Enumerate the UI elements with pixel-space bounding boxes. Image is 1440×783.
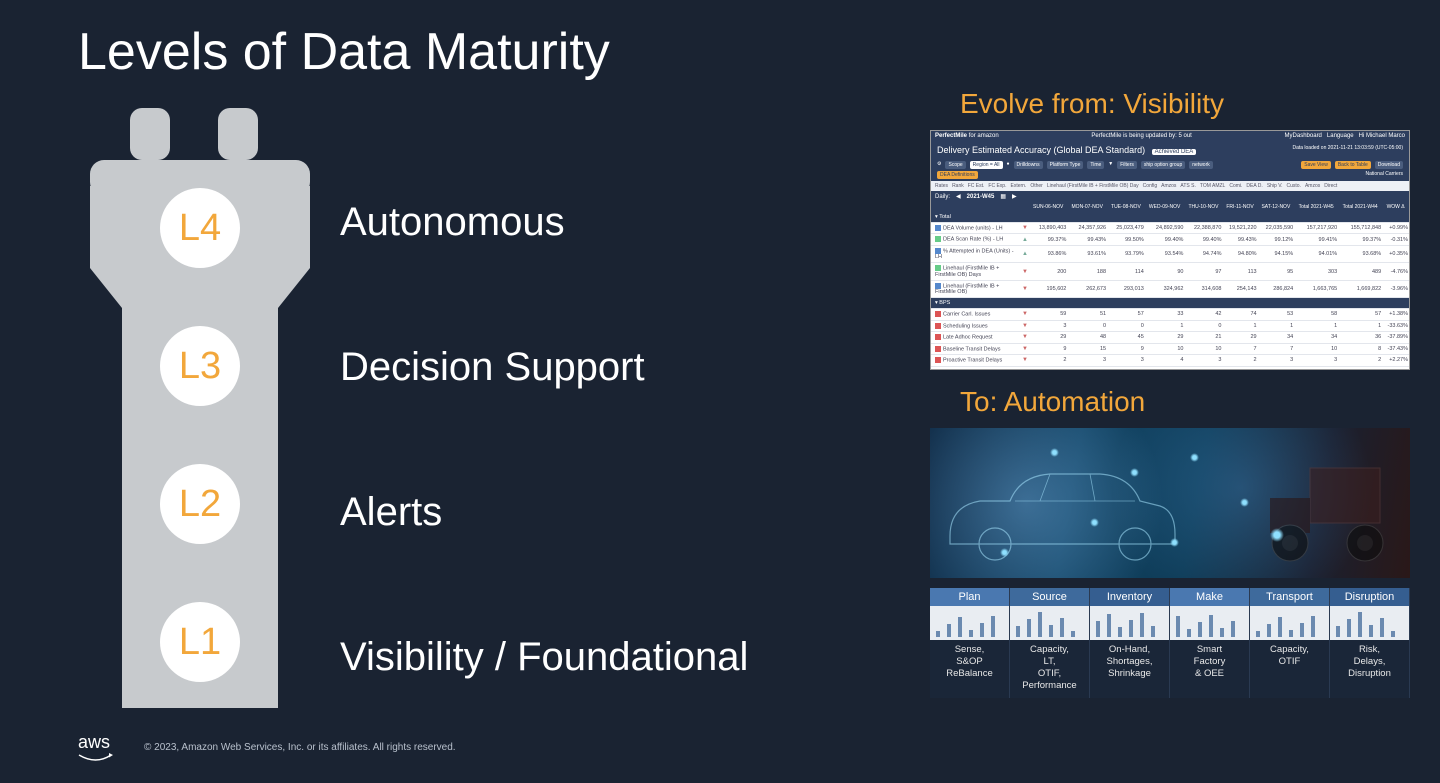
dashboard-tab: Config [1143, 183, 1157, 189]
dashboard-loaded: Data loaded on 2021-11-21 13:03:59 (UTC-… [1292, 145, 1403, 151]
visibility-dashboard-screenshot: PerfectMile for amazon PerfectMile is be… [930, 130, 1410, 370]
topbar-link: Language [1327, 133, 1354, 139]
dashboard-table: SUN-06-NOVMON-07-NOVTUE-08-NOVWED-09-NOV… [931, 202, 1409, 370]
dashboard-tab: Comi. [1229, 183, 1242, 189]
maturity-battery-graphic: L4 L3 L2 L1 [90, 108, 360, 708]
dashboard-tabs: Rates Rank FC Est.FC Exp. Extern. Other Lineh… [931, 181, 1409, 191]
persona-thumbnail [1010, 606, 1090, 640]
dashboard-topbar: PerfectMile for amazon PerfectMile is be… [931, 131, 1409, 141]
dashboard-tab: Direct [1324, 183, 1337, 189]
dashboard-tab: FC Exp. [988, 183, 1006, 189]
persona-header: Disruption [1330, 588, 1410, 606]
footer: aws © 2023, Amazon Web Services, Inc. or… [78, 732, 456, 763]
level-l1-label: Visibility / Foundational [340, 635, 748, 680]
filter-pill: Scope [945, 161, 965, 169]
filter-pill: Download [1375, 161, 1403, 169]
dashboard-tab: Rank [952, 183, 964, 189]
dashboard-tab: TOM AMZL [1200, 183, 1225, 189]
level-l4-label: Autonomous [340, 200, 748, 245]
persona-thumbnail [1170, 606, 1250, 640]
topbar-link: MyDashboard [1285, 133, 1322, 139]
right-column: Evolve from: Visibility PerfectMile for … [930, 88, 1410, 698]
copyright: © 2023, Amazon Web Services, Inc. or its… [144, 742, 456, 753]
persona-label: Capacity,LT,OTIF,Performance [1010, 640, 1090, 698]
national-label: National Carriers [1365, 171, 1403, 179]
filter-pill: Time [1087, 161, 1104, 169]
persona-thumbnail [1090, 606, 1170, 640]
aws-logo: aws [78, 732, 114, 763]
filter-pill: ship option group [1141, 161, 1185, 169]
page-title: Levels of Data Maturity [78, 22, 610, 82]
level-l3-label: Decision Support [340, 345, 748, 390]
dashboard-note: PerfectMile is being updated by: 5 out [1091, 133, 1191, 139]
filter-pill: Filters [1117, 161, 1137, 169]
network-nodes [930, 428, 1410, 578]
level-l4-code: L4 [179, 207, 221, 249]
level-l2-label: Alerts [340, 490, 748, 535]
slide: Levels of Data Maturity L4 L3 L2 L1 [0, 0, 1440, 783]
persona-thumbnail [1330, 606, 1410, 640]
dashboard-tab: Custo. [1286, 183, 1300, 189]
dashboard-tab: Linehaul (FirstMile lB + FirstMile OB) D… [1047, 183, 1139, 189]
dashboard-tab: Ship V. [1267, 183, 1283, 189]
persona-header: Inventory [1090, 588, 1170, 606]
level-labels: Autonomous Decision Support Alerts Visib… [340, 200, 748, 680]
filter-pill: Save View [1301, 161, 1331, 169]
persona-header: Make [1170, 588, 1250, 606]
filter-pill: Drilldowns [1014, 161, 1043, 169]
persona-label: On-Hand,Shortages,Shrinkage [1090, 640, 1170, 698]
persona-label: Sense,S&OPReBalance [930, 640, 1010, 698]
dashboard-period: Daily: ◀ 2021-W45 ▦ ▶ [931, 191, 1409, 202]
persona-label: SmartFactory& OEE [1170, 640, 1250, 698]
to-title: To: Automation [960, 386, 1410, 418]
dashboard-header-badge: Achieved DEA [1152, 149, 1197, 155]
level-l1-code: L1 [179, 621, 221, 663]
filter-pill: DEA Definitions [937, 171, 978, 179]
persona-thumbnail [1250, 606, 1330, 640]
dashboard-tab: Rates [935, 183, 948, 189]
level-l2-code: L2 [179, 483, 221, 525]
dashboard-tab: FC Est. [968, 183, 985, 189]
topbar-link: Hi Michael Marco [1359, 133, 1405, 139]
dashboard-tab: Extern. [1010, 183, 1026, 189]
battery-svg: L4 L3 L2 L1 [90, 108, 360, 708]
dashboard-subproduct: for amazon [969, 133, 999, 139]
persona-label: Capacity,OTIF [1250, 640, 1330, 698]
automation-image [930, 428, 1410, 578]
filter-pill: Back to Table [1335, 161, 1371, 169]
supply-chain-personas: PlanSourceInventoryMakeTransportDisrupti… [930, 588, 1410, 698]
dashboard-tab: Other [1030, 183, 1043, 189]
persona-label: Risk,Delays,Disruption [1330, 640, 1410, 698]
dashboard-header: Delivery Estimated Accuracy (Global DEA … [931, 141, 1409, 159]
persona-header: Transport [1250, 588, 1330, 606]
dashboard-tab: ATS S. [1180, 183, 1195, 189]
dashboard-filters-2: DEA Definitions National Carriers [931, 171, 1409, 181]
aws-smile-icon [78, 753, 114, 763]
filter-pill: Platform Type [1047, 161, 1084, 169]
persona-header: Source [1010, 588, 1090, 606]
dashboard-product: PerfectMile [935, 133, 967, 139]
dashboard-tab: Amzos [1161, 183, 1176, 189]
level-l3-code: L3 [179, 345, 221, 387]
filter-pill: network [1189, 161, 1213, 169]
dashboard-filters: ⚙ Scope Region = All ● Drilldowns Platfo… [931, 159, 1409, 171]
evolve-title: Evolve from: Visibility [960, 88, 1410, 120]
dashboard-tab: DEA D. [1246, 183, 1262, 189]
dashboard-tab: Amzos [1305, 183, 1320, 189]
filter-pill: Region = All [970, 161, 1003, 169]
persona-thumbnail [930, 606, 1010, 640]
persona-header: Plan [930, 588, 1010, 606]
